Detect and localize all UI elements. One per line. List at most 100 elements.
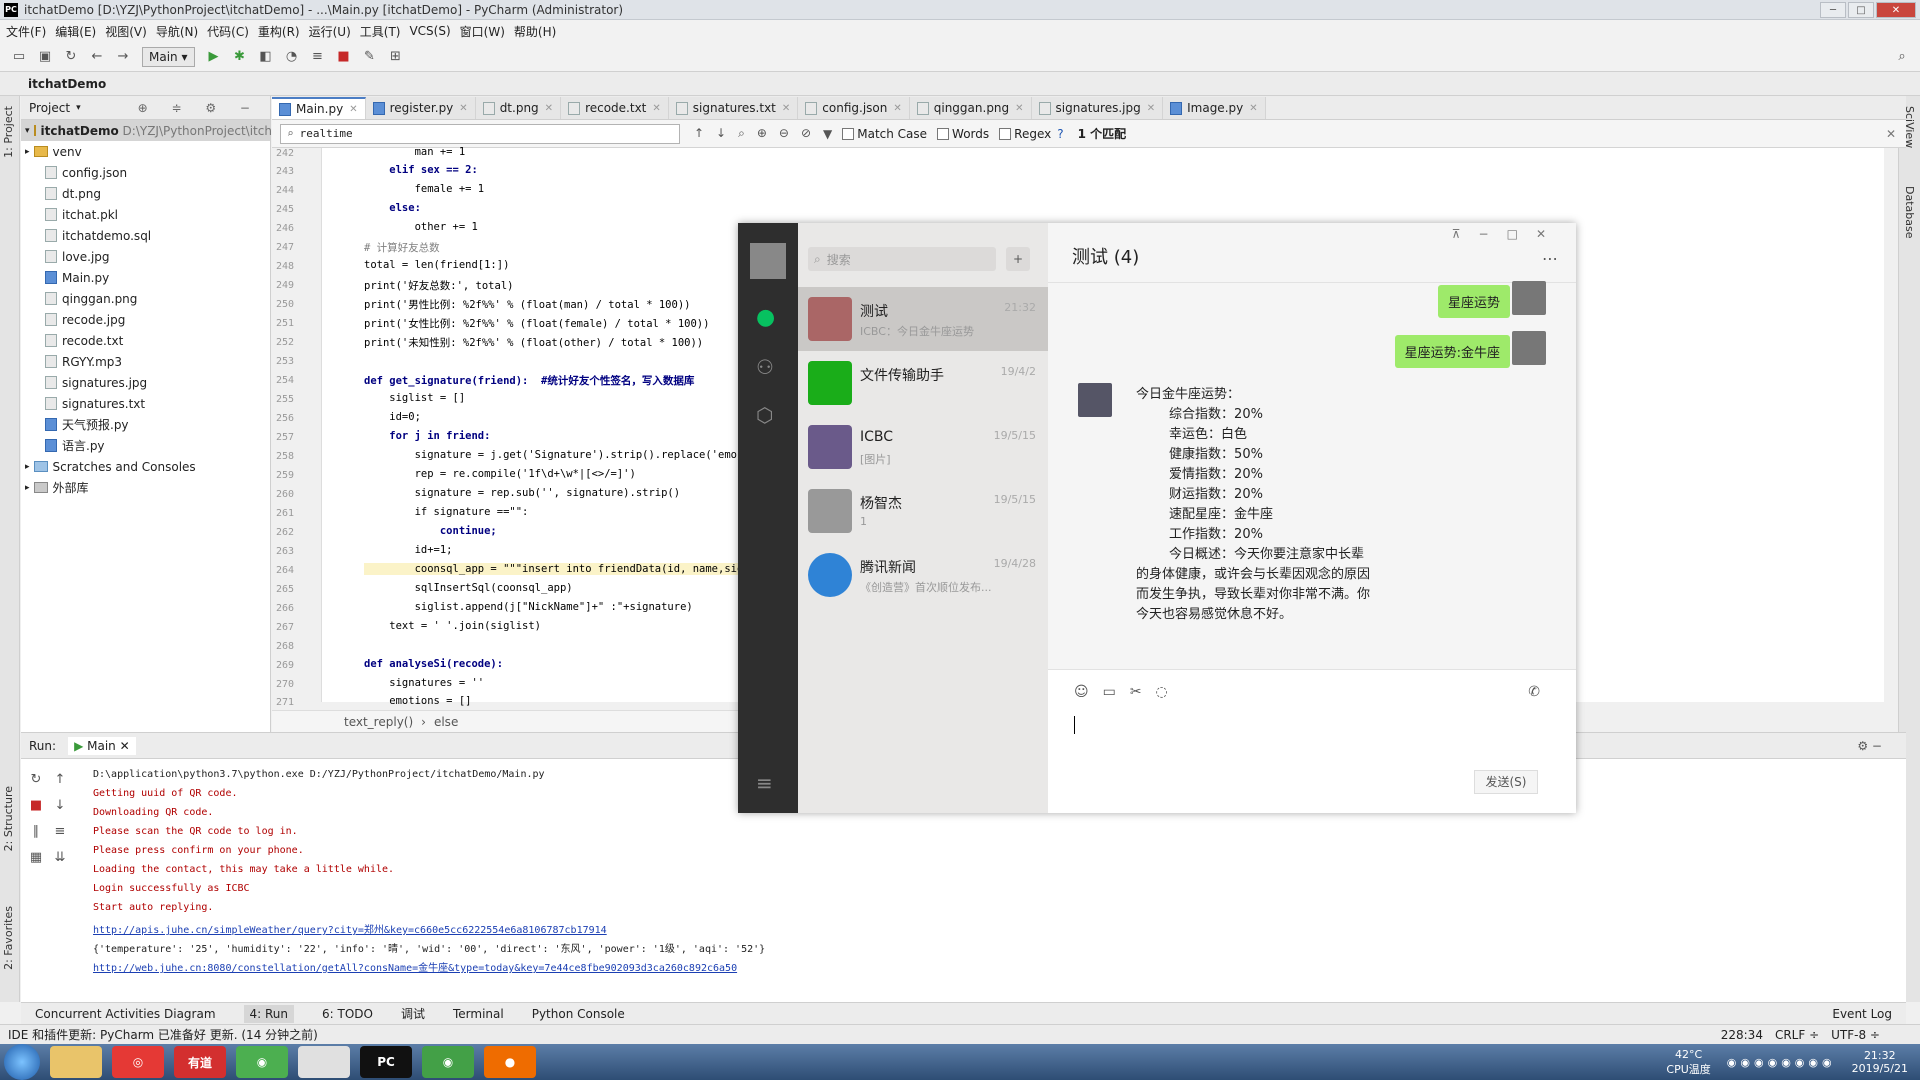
menu-view[interactable]: 视图(V) (105, 23, 147, 40)
tab-close-icon[interactable]: ✕ (1015, 103, 1023, 114)
breadcrumb[interactable]: itchatDemo (0, 72, 1920, 96)
find-nav-icons[interactable]: ↑↓⌕⊕⊖⊘ (694, 126, 823, 141)
run-config-select[interactable]: Main ▾ (142, 46, 195, 67)
menu-help[interactable]: 帮助(H) (514, 23, 556, 40)
tab-register-py[interactable]: register.py ✕ (365, 97, 476, 119)
tab-database[interactable]: Database (1903, 186, 1916, 239)
start-button-icon[interactable] (4, 1044, 40, 1080)
coverage-icon[interactable]: ◧ (256, 47, 276, 67)
chat-item[interactable]: 杨智杰 1 19/5/15 (798, 479, 1048, 543)
menu-vcs[interactable]: VCS(S) (409, 24, 450, 38)
menu-file[interactable]: 文件(F) (6, 23, 46, 40)
soft-wrap-icon[interactable]: ≡ (49, 819, 71, 845)
tab-image-py[interactable]: Image.py ✕ (1163, 97, 1266, 119)
tab-close-icon[interactable]: ✕ (782, 103, 790, 114)
tab-dt-png[interactable]: dt.png ✕ (475, 97, 562, 119)
debug-icon[interactable]: ✱ (230, 47, 250, 67)
profile-icon[interactable]: ◔ (282, 47, 302, 67)
message-compose-area[interactable]: ☺▭✂◌ ✆ 发送(S) (1048, 669, 1576, 813)
regex-checkbox[interactable] (999, 127, 1012, 140)
stop-icon[interactable]: ■ (334, 47, 354, 67)
tab-close-icon[interactable]: ✕ (545, 103, 553, 114)
tab-close-icon[interactable]: ✕ (652, 103, 660, 114)
filter-icon[interactable]: ▼ (823, 127, 832, 141)
panel-options-icon[interactable]: ⊕ ≑ ⚙ − (138, 101, 260, 115)
tree-item[interactable]: qinggan.png (21, 288, 270, 309)
add-chat-icon[interactable]: + (1006, 247, 1030, 271)
scroll-to-end-icon[interactable]: ⇊ (49, 845, 71, 871)
app-icon[interactable] (298, 1046, 350, 1078)
tab-project[interactable]: 1: Project (2, 106, 15, 158)
project-structure-icon[interactable]: ⊞ (386, 47, 406, 67)
tab-python-console[interactable]: Python Console (532, 1007, 625, 1021)
chat-item[interactable]: ICBC [图片] 19/5/15 (798, 415, 1048, 479)
tray-icons[interactable]: ◉◉◉◉◉◉◉◉ (1727, 1056, 1836, 1069)
menu-window[interactable]: 窗口(W) (460, 23, 505, 40)
words-checkbox[interactable] (937, 127, 950, 140)
tree-item[interactable]: recode.txt (21, 330, 270, 351)
tab-signatures-txt[interactable]: signatures.txt ✕ (668, 97, 799, 119)
help-icon[interactable]: ? (1057, 127, 1063, 141)
run-panel-gear-icon[interactable]: ⚙ − (1857, 739, 1882, 753)
tab-close-icon[interactable]: ✕ (459, 103, 467, 114)
youdao-icon[interactable]: 有道 (174, 1046, 226, 1078)
tab-qinggan-png[interactable]: qinggan.png ✕ (909, 97, 1032, 119)
sync-icon[interactable]: ↻ (61, 47, 81, 67)
cpu-temp[interactable]: 42°C CPU温度 (1666, 1048, 1710, 1077)
tab-event-log[interactable]: Event Log (1832, 1007, 1892, 1021)
open-folder-icon[interactable]: ▭ (9, 47, 29, 67)
recorder-icon[interactable]: ● (484, 1046, 536, 1078)
tab-close-icon[interactable]: ✕ (1249, 103, 1257, 114)
back-icon[interactable]: ← (87, 47, 107, 67)
line-separator[interactable]: CRLF ÷ (1775, 1028, 1819, 1042)
tab-structure[interactable]: 2: Structure (2, 786, 15, 851)
tab-todo[interactable]: 6: TODO (322, 1007, 373, 1021)
tree-item[interactable]: itchatdemo.sql (21, 225, 270, 246)
menu-tools[interactable]: 工具(T) (360, 23, 401, 40)
contacts-icon[interactable]: ⚇ (756, 355, 774, 379)
forward-icon[interactable]: → (113, 47, 133, 67)
tree-item[interactable]: itchat.pkl (21, 204, 270, 225)
clock[interactable]: 21:32 2019/5/21 (1852, 1049, 1908, 1075)
tab-debug[interactable]: 调试 (401, 1005, 425, 1022)
more-options-icon[interactable]: ⋯ (1542, 249, 1558, 268)
caret-position[interactable]: 228:34 (1721, 1028, 1763, 1042)
settings-wrench-icon[interactable]: ✎ (360, 47, 380, 67)
favorites-icon[interactable]: ⬡ (756, 403, 773, 427)
tree-item[interactable]: recode.jpg (21, 309, 270, 330)
menu-icon[interactable]: ≡ (756, 771, 773, 795)
run-config-tab[interactable]: ▶ Main ✕ (68, 736, 136, 755)
tree-item[interactable]: 语言.py (21, 435, 270, 456)
console-link[interactable]: http://web.juhe.cn:8080/constellation/ge… (93, 959, 737, 974)
tab-recode-txt[interactable]: recode.txt ✕ (561, 97, 669, 119)
minimize-button[interactable]: ─ (1820, 2, 1846, 18)
find-input[interactable]: ⌕ realtime (280, 123, 680, 144)
send-button[interactable]: 发送(S) (1474, 770, 1538, 794)
tree-item-scratches[interactable]: ▸ Scratches and Consoles (21, 456, 270, 477)
menu-run[interactable]: 运行(U) (309, 23, 351, 40)
close-button[interactable]: ✕ (1876, 2, 1916, 18)
tab-close-icon[interactable]: ✕ (1147, 103, 1155, 114)
scroll-down-icon[interactable]: ↓ (49, 793, 71, 819)
breadcrumb-function[interactable]: text_reply() (344, 715, 413, 729)
call-icon[interactable]: ✆ (1528, 684, 1540, 700)
tab-run[interactable]: 4: Run (243, 1004, 295, 1023)
scroll-up-icon[interactable]: ↑ (49, 767, 71, 793)
breadcrumb-block[interactable]: else (434, 715, 458, 729)
restore-layout-icon[interactable]: ▦ (25, 845, 47, 871)
sent-message-bubble[interactable]: 星座运势:金牛座 (1394, 335, 1510, 368)
tab-main-py[interactable]: Main.py ✕ (272, 97, 366, 119)
save-icon[interactable]: ▣ (35, 47, 55, 67)
chat-item[interactable]: 测试 ICBC：今日金牛座运势 21:32 (798, 287, 1048, 351)
console-link[interactable]: http://apis.juhe.cn/simpleWeather/query?… (93, 921, 607, 936)
menu-edit[interactable]: 编辑(E) (55, 23, 96, 40)
rerun-icon[interactable]: ↻ (25, 767, 47, 793)
menu-refactor[interactable]: 重构(R) (258, 23, 300, 40)
tree-item[interactable]: signatures.jpg (21, 372, 270, 393)
netease-music-icon[interactable]: ◎ (112, 1046, 164, 1078)
compose-toolbar-icons[interactable]: ☺▭✂◌ (1074, 684, 1182, 700)
tree-item[interactable]: signatures.txt (21, 393, 270, 414)
chrome-icon[interactable]: ◉ (236, 1046, 288, 1078)
tree-item-external-libraries[interactable]: ▸ 外部库 (21, 477, 270, 498)
project-view-select[interactable]: Project (29, 101, 70, 115)
